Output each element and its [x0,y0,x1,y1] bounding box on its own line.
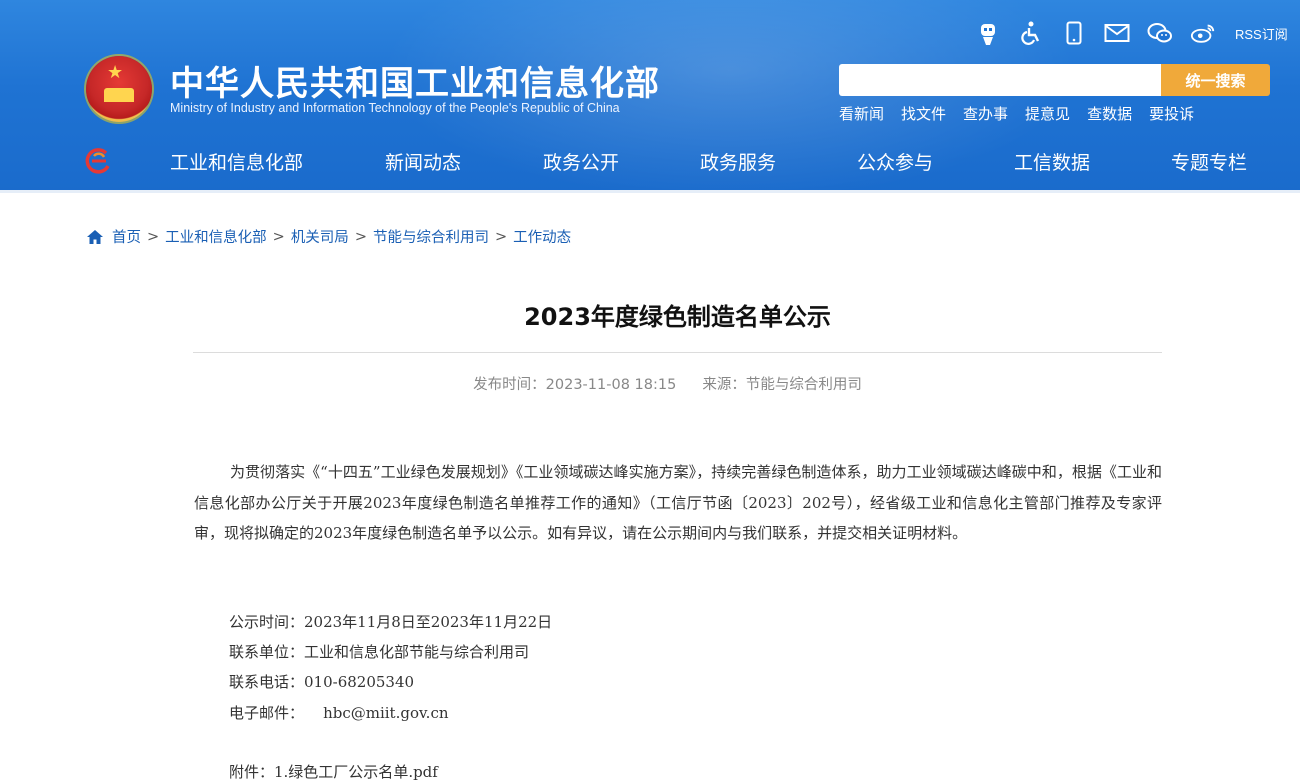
accessibility-icon[interactable] [1018,20,1044,46]
rss-link[interactable]: RSS订阅 [1235,24,1288,43]
site-subtitle: Ministry of Industry and Information Tec… [170,101,620,115]
nav-item-news[interactable]: 新闻动态 [385,148,461,175]
main-nav: 工业和信息化部 新闻动态 政务公开 政务服务 公众参与 工信数据 专题专栏 [0,142,1300,182]
nav-item-participation[interactable]: 公众参与 [857,148,933,175]
article-source: 来源：节能与综合利用司 [702,377,862,393]
contact-unit: 联系单位：工业和信息化部节能与综合利用司 [229,643,530,661]
breadcrumb: 首页 > 工业和信息化部 > 机关司局 > 节能与综合利用司 > 工作动态 [86,226,571,247]
contact-phone: 联系电话：010-68205340 [229,673,415,691]
breadcrumb-home[interactable]: 首页 [112,226,141,247]
search-input[interactable] [839,64,1161,96]
nav-item-miit[interactable]: 工业和信息化部 [170,148,303,175]
article-title: 2023年度绿色制造名单公示 [524,303,831,331]
nav-item-gov-affairs[interactable]: 政务公开 [543,148,619,175]
notice-period: 公示时间：2023年11月8日至2023年11月22日 [229,613,553,631]
attachment-link[interactable]: 附件：1.绿色工厂公示名单.pdf [229,761,438,782]
site-header: ★ 中华人民共和国工业和信息化部 Ministry of Industry an… [0,0,1300,193]
quick-link-complaint[interactable]: 要投诉 [1149,103,1194,124]
mobile-icon[interactable] [1061,20,1087,46]
quick-links: 看新闻 找文件 查办事 提意见 查数据 要投诉 [839,103,1194,124]
emblem-gate-icon [104,88,134,102]
breadcrumb-work-news[interactable]: 工作动态 [513,226,571,247]
nav-item-services[interactable]: 政务服务 [700,148,776,175]
wechat-icon[interactable] [1147,20,1173,46]
breadcrumb-miit[interactable]: 工业和信息化部 [165,226,267,247]
title-divider [193,352,1162,353]
article-paragraph: 为贯彻落实《“十四五”工业绿色发展规划》《工业领域碳达峰实施方案》，持续完善绿色… [194,463,1162,542]
publish-time: 发布时间：2023-11-08 18:15 [473,377,677,393]
home-icon[interactable] [86,228,104,246]
search-button[interactable]: 统一搜索 [1161,64,1270,96]
site-title[interactable]: 中华人民共和国工业和信息化部 [170,56,660,105]
mail-icon[interactable] [1104,20,1130,46]
emblem-star-icon: ★ [107,62,124,83]
quick-link-news[interactable]: 看新闻 [839,103,884,124]
breadcrumb-departments[interactable]: 机关司局 [291,226,349,247]
weibo-icon[interactable] [1190,20,1216,46]
breadcrumb-separator: > [147,228,160,245]
quick-link-files[interactable]: 找文件 [901,103,946,124]
quick-link-services[interactable]: 查办事 [963,103,1008,124]
quick-link-feedback[interactable]: 提意见 [1025,103,1070,124]
robot-icon[interactable] [975,20,1001,46]
contact-email: 电子邮件： hbc@miit.gov.cn [229,704,449,722]
breadcrumb-separator: > [354,228,367,245]
top-toolbar: RSS订阅 [975,18,1288,48]
quick-link-data[interactable]: 查数据 [1087,103,1132,124]
breadcrumb-energy-dept[interactable]: 节能与综合利用司 [373,226,489,247]
breadcrumb-separator: > [494,228,508,245]
breadcrumb-separator: > [272,228,285,245]
article-meta: 发布时间：2023-11-08 18:15 来源：节能与综合利用司 [0,373,1300,394]
nav-item-topics[interactable]: 专题专栏 [1171,148,1247,175]
nav-item-data[interactable]: 工信数据 [1014,148,1090,175]
miit-logo-icon[interactable] [84,147,112,175]
